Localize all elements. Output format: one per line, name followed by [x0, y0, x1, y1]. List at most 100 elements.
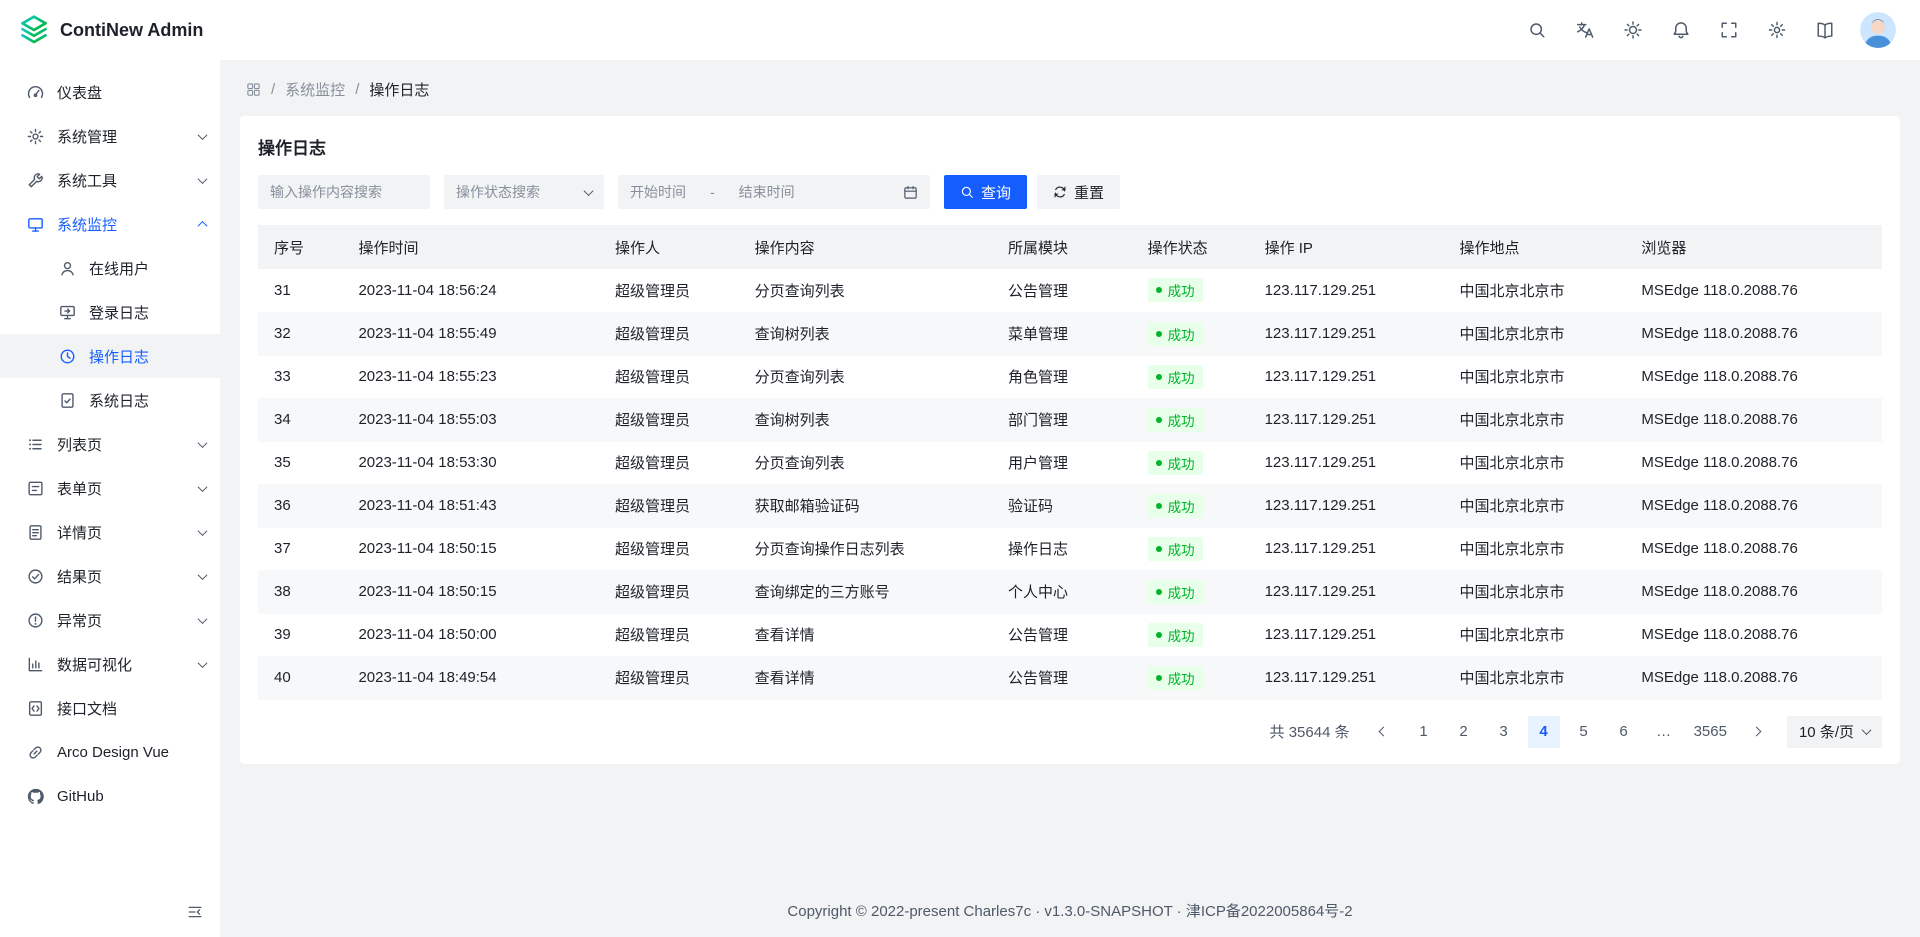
brand: ContiNew Admin	[18, 14, 203, 46]
cell-status: 成功	[1132, 269, 1249, 312]
cell-user: 超级管理员	[599, 613, 739, 656]
reset-button[interactable]: 重置	[1037, 175, 1120, 209]
sidebar-item-login-log[interactable]: 登录日志	[0, 290, 220, 334]
query-button[interactable]: 查询	[944, 175, 1027, 209]
page-button-6[interactable]: 6	[1608, 716, 1640, 748]
breadcrumb-item-system-monitor[interactable]: 系统监控	[285, 79, 345, 100]
book-icon	[1816, 21, 1834, 39]
range-separator: -	[710, 184, 715, 200]
sidebar-item-system-tools[interactable]: 系统工具	[0, 158, 220, 202]
apps-icon	[246, 82, 261, 97]
page-button-3[interactable]: 3	[1488, 716, 1520, 748]
date-range-picker[interactable]: 开始时间 - 结束时间	[618, 175, 930, 209]
fullscreen-button[interactable]	[1710, 11, 1748, 49]
sidebar-item-result-page[interactable]: 结果页	[0, 554, 220, 598]
github-icon	[26, 787, 44, 805]
page-button-last[interactable]: 3565	[1688, 716, 1733, 748]
page-size-select[interactable]: 10 条/页	[1787, 716, 1882, 748]
cell-status: 成功	[1132, 355, 1249, 398]
page-button-2[interactable]: 2	[1448, 716, 1480, 748]
cell-browser: MSEdge 118.0.2088.76	[1625, 355, 1882, 398]
status-dot-icon	[1156, 632, 1162, 638]
chevron-down-icon	[584, 186, 594, 196]
cell-ip: 123.117.129.251	[1249, 355, 1444, 398]
content-search-input[interactable]: 输入操作内容搜索	[258, 175, 430, 209]
status-dot-icon	[1156, 374, 1162, 380]
cell-user: 超级管理员	[599, 269, 739, 312]
sidebar-item-data-visualization[interactable]: 数据可视化	[0, 642, 220, 686]
cell-status: 成功	[1132, 441, 1249, 484]
breadcrumb-separator: /	[355, 81, 359, 98]
page-ellipsis[interactable]: …	[1648, 716, 1680, 748]
cell-status: 成功	[1132, 484, 1249, 527]
content-search-placeholder: 输入操作内容搜索	[270, 182, 382, 202]
theme-toggle-button[interactable]	[1614, 11, 1652, 49]
translate-button[interactable]	[1566, 11, 1604, 49]
sidebar-item-arco-design-vue[interactable]: Arco Design Vue	[0, 730, 220, 774]
cell-module: 菜单管理	[992, 312, 1132, 355]
cell-ip: 123.117.129.251	[1249, 312, 1444, 355]
search-button[interactable]	[1518, 11, 1556, 49]
bell-icon	[1672, 21, 1690, 39]
cell-ip: 123.117.129.251	[1249, 656, 1444, 699]
cell-module: 操作日志	[992, 527, 1132, 570]
user-avatar[interactable]	[1860, 12, 1896, 48]
topbar: ContiNew Admin	[0, 0, 1920, 60]
cell-content: 查询树列表	[739, 398, 992, 441]
collapse-sidebar-button[interactable]	[182, 899, 208, 925]
next-page-button[interactable]	[1741, 716, 1773, 748]
cell-ip: 123.117.129.251	[1249, 398, 1444, 441]
sidebar-item-operation-log[interactable]: 操作日志	[0, 334, 220, 378]
cell-location: 中国北京北京市	[1443, 312, 1625, 355]
col-header-browser: 浏览器	[1625, 225, 1882, 269]
table-header-row: 序号 操作时间 操作人 操作内容 所属模块 操作状态 操作 IP 操作地点 浏览…	[258, 225, 1882, 269]
cell-module: 公告管理	[992, 269, 1132, 312]
chevron-down-icon	[199, 177, 206, 184]
table-row: 36 2023-11-04 18:51:43 超级管理员 获取邮箱验证码 验证码…	[258, 484, 1882, 527]
chevron-down-icon	[199, 441, 206, 448]
sidebar-item-system-monitor[interactable]: 系统监控	[0, 202, 220, 246]
chevron-down-icon	[199, 617, 206, 624]
breadcrumb: / 系统监控 / 操作日志	[240, 74, 1900, 104]
table-row: 34 2023-11-04 18:55:03 超级管理员 查询树列表 部门管理 …	[258, 398, 1882, 441]
status-select[interactable]: 操作状态搜索	[444, 175, 604, 209]
cell-time: 2023-11-04 18:55:03	[342, 398, 599, 441]
page-button-5[interactable]: 5	[1568, 716, 1600, 748]
cell-browser: MSEdge 118.0.2088.76	[1625, 312, 1882, 355]
cell-time: 2023-11-04 18:56:24	[342, 269, 599, 312]
status-badge: 成功	[1148, 623, 1203, 647]
cell-content: 分页查询列表	[739, 269, 992, 312]
sidebar-item-list-page[interactable]: 列表页	[0, 422, 220, 466]
cell-location: 中国北京北京市	[1443, 570, 1625, 613]
prev-page-button[interactable]	[1368, 716, 1400, 748]
search-icon	[960, 185, 974, 199]
cell-no: 40	[258, 656, 342, 699]
page-button-4-active[interactable]: 4	[1528, 716, 1560, 748]
sidebar-item-api-docs[interactable]: 接口文档	[0, 686, 220, 730]
docs-button[interactable]	[1806, 11, 1844, 49]
monitor-icon	[26, 215, 44, 233]
sidebar-item-form-page[interactable]: 表单页	[0, 466, 220, 510]
status-dot-icon	[1156, 417, 1162, 423]
sidebar-item-system-log[interactable]: 系统日志	[0, 378, 220, 422]
cell-no: 35	[258, 441, 342, 484]
notifications-button[interactable]	[1662, 11, 1700, 49]
sidebar-item-exception-page[interactable]: 异常页	[0, 598, 220, 642]
cell-location: 中国北京北京市	[1443, 484, 1625, 527]
cell-ip: 123.117.129.251	[1249, 527, 1444, 570]
status-badge: 成功	[1148, 580, 1203, 604]
col-header-module: 所属模块	[992, 225, 1132, 269]
system-log-icon	[58, 391, 76, 409]
page-button-1[interactable]: 1	[1408, 716, 1440, 748]
sidebar-item-dashboard[interactable]: 仪表盘	[0, 70, 220, 114]
sidebar-item-detail-page[interactable]: 详情页	[0, 510, 220, 554]
sidebar-item-online-users[interactable]: 在线用户	[0, 246, 220, 290]
sidebar-item-system-management[interactable]: 系统管理	[0, 114, 220, 158]
main-content: / 系统监控 / 操作日志 操作日志 输入操作内容搜索 操作状态搜索 开始时间 …	[220, 60, 1920, 937]
sidebar-item-github[interactable]: GitHub	[0, 774, 220, 818]
settings-button[interactable]	[1758, 11, 1796, 49]
avatar-image	[1860, 12, 1896, 48]
cell-no: 36	[258, 484, 342, 527]
pagination-total: 共 35644 条	[1270, 721, 1350, 742]
sidebar: 仪表盘 系统管理 系统工具 系统监控 在线用户 登录日志 操作日志	[0, 60, 220, 937]
